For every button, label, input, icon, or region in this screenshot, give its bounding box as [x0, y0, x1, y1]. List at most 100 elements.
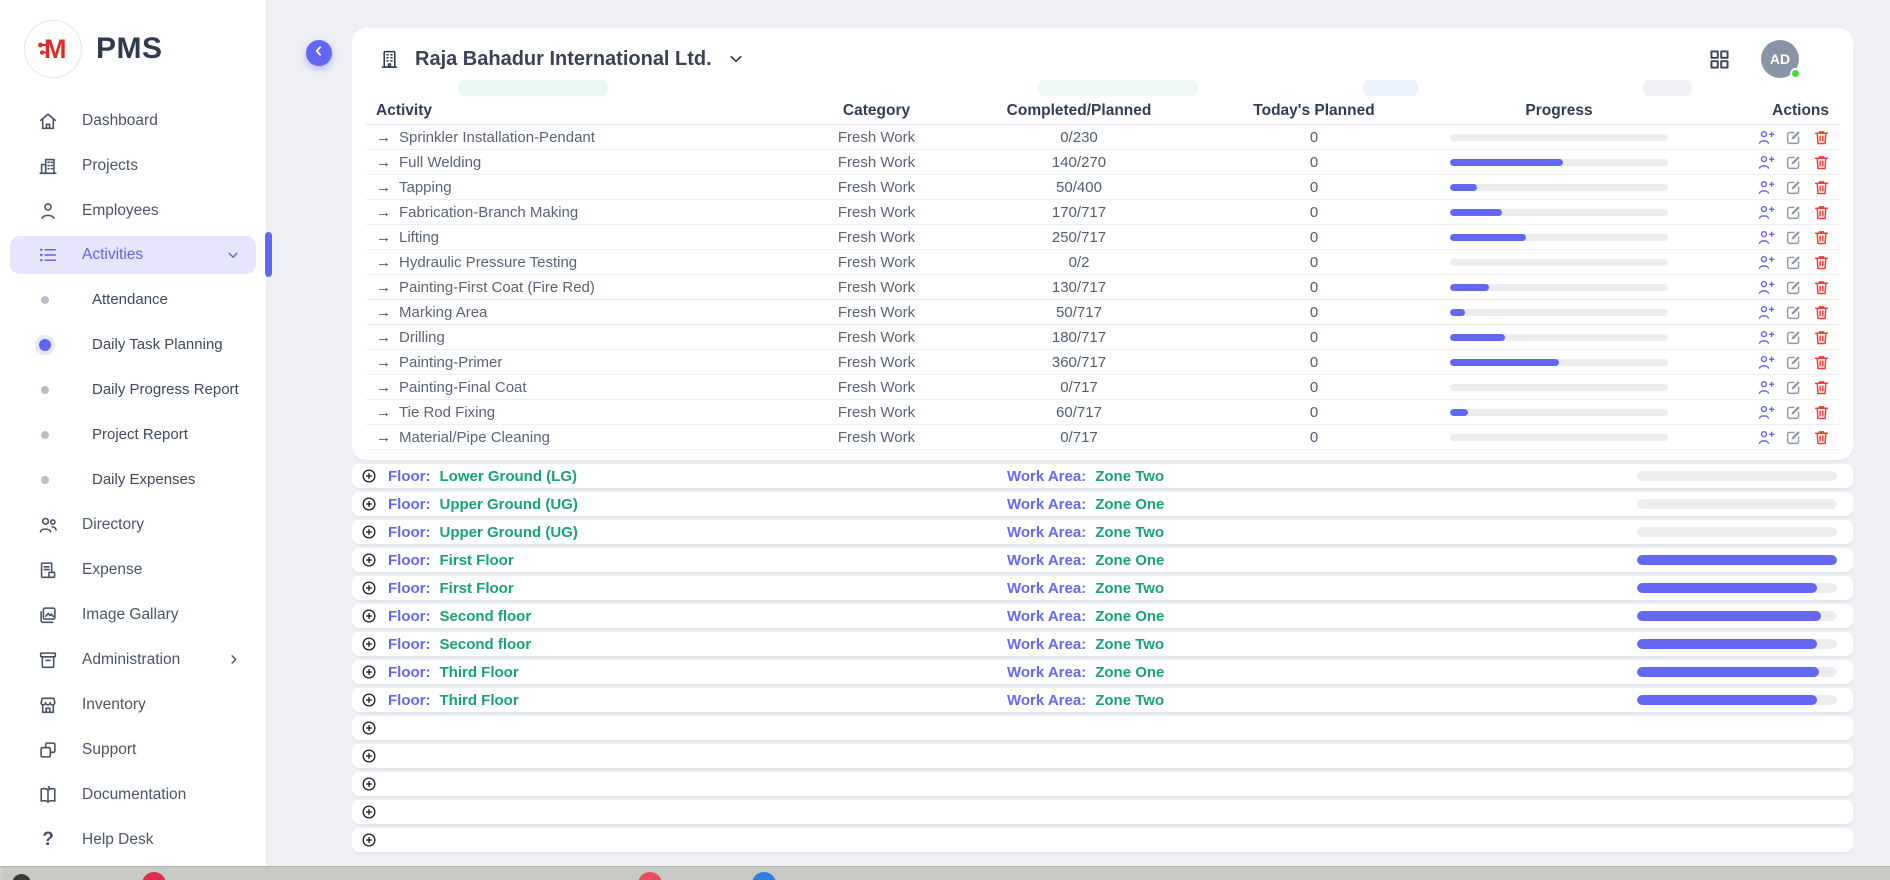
- edit-button[interactable]: [1784, 403, 1803, 422]
- delete-button[interactable]: [1812, 378, 1831, 397]
- assign-user-button[interactable]: [1756, 428, 1775, 447]
- expand-floor-button[interactable]: [360, 831, 378, 849]
- assign-user-button[interactable]: [1756, 203, 1775, 222]
- sidebar-item-directory[interactable]: Directory: [10, 502, 256, 547]
- edit-icon: [1784, 178, 1803, 197]
- todays-planned-cell: 0: [1199, 229, 1429, 246]
- sidebar-item-support[interactable]: Support: [10, 727, 256, 772]
- sidebar-item-expense[interactable]: Expense: [10, 547, 256, 592]
- expand-floor-button[interactable]: [360, 747, 378, 765]
- user-avatar[interactable]: AD: [1761, 40, 1799, 78]
- edit-button[interactable]: [1784, 328, 1803, 347]
- expand-floor-button[interactable]: [360, 579, 378, 597]
- sidebar-item-image-gallary[interactable]: Image Gallary: [10, 592, 256, 637]
- company-chevron-down-icon[interactable]: [726, 49, 746, 69]
- sidebar-subitem-daily-expenses[interactable]: Daily Expenses: [0, 457, 266, 502]
- edit-button[interactable]: [1784, 428, 1803, 447]
- card-header: Raja Bahadur International Ltd. AD: [366, 28, 1839, 76]
- floor-row[interactable]: Floor:Second floorWork Area:Zone Two: [352, 632, 1853, 656]
- dock-icon-app[interactable]: [0, 866, 2, 880]
- edit-button[interactable]: [1784, 278, 1803, 297]
- dock-icon-red[interactable]: [142, 872, 166, 880]
- sidebar-item-projects[interactable]: Projects: [10, 143, 256, 188]
- edit-button[interactable]: [1784, 228, 1803, 247]
- floor-row-cutoff[interactable]: [352, 800, 1853, 824]
- delete-button[interactable]: [1812, 328, 1831, 347]
- floor-row[interactable]: Floor:Upper Ground (UG)Work Area:Zone Tw…: [352, 520, 1853, 544]
- floor-row[interactable]: Floor:Second floorWork Area:Zone One: [352, 604, 1853, 628]
- floor-row[interactable]: Floor:Third FloorWork Area:Zone Two: [352, 688, 1853, 712]
- sidebar-item-employees[interactable]: Employees: [10, 188, 256, 233]
- floor-row-cutoff[interactable]: [352, 744, 1853, 768]
- assign-user-button[interactable]: [1756, 178, 1775, 197]
- sidebar-subitem-daily-task-planning[interactable]: Daily Task Planning: [0, 322, 266, 367]
- edit-button[interactable]: [1784, 303, 1803, 322]
- floor-row-cutoff[interactable]: [352, 828, 1853, 852]
- assign-user-button[interactable]: [1756, 328, 1775, 347]
- assign-user-button[interactable]: [1756, 153, 1775, 172]
- expand-floor-button[interactable]: [360, 551, 378, 569]
- expand-floor-button[interactable]: [360, 719, 378, 737]
- expand-floor-button[interactable]: [360, 775, 378, 793]
- sidebar-subitem-daily-progress-report[interactable]: Daily Progress Report: [0, 367, 266, 412]
- expand-floor-button[interactable]: [360, 495, 378, 513]
- expand-floor-button[interactable]: [360, 523, 378, 541]
- sidebar-item-activities[interactable]: Activities: [10, 236, 256, 274]
- work-area-name: Zone One: [1095, 496, 1164, 513]
- sidebar-item-documentation[interactable]: Documentation: [10, 772, 256, 817]
- edit-button[interactable]: [1784, 253, 1803, 272]
- edit-button[interactable]: [1784, 353, 1803, 372]
- floor-row[interactable]: Floor:Third FloorWork Area:Zone One: [352, 660, 1853, 684]
- arrow-right-icon: →: [376, 280, 391, 295]
- expand-floor-button[interactable]: [360, 663, 378, 681]
- floor-row[interactable]: Floor:First FloorWork Area:Zone One: [352, 548, 1853, 572]
- sidebar-item-help-desk[interactable]: ?Help Desk: [10, 817, 256, 862]
- sidebar-item-dashboard[interactable]: Dashboard: [10, 98, 256, 143]
- floor-row-cutoff[interactable]: [352, 772, 1853, 796]
- delete-button[interactable]: [1812, 428, 1831, 447]
- assign-user-button[interactable]: [1756, 378, 1775, 397]
- floor-row-cutoff[interactable]: [352, 716, 1853, 740]
- expand-floor-button[interactable]: [360, 803, 378, 821]
- apps-grid-icon[interactable]: [1708, 48, 1731, 71]
- delete-button[interactable]: [1812, 353, 1831, 372]
- edit-button[interactable]: [1784, 128, 1803, 147]
- plus-circle-icon: [360, 803, 378, 821]
- assign-user-button[interactable]: [1756, 128, 1775, 147]
- floor-progress-track: [1637, 667, 1837, 677]
- assign-user-button[interactable]: [1756, 278, 1775, 297]
- floor-row[interactable]: Floor:Upper Ground (UG)Work Area:Zone On…: [352, 492, 1853, 516]
- sidebar-subitem-project-report[interactable]: Project Report: [0, 412, 266, 457]
- edit-button[interactable]: [1784, 203, 1803, 222]
- floor-row[interactable]: Floor:First FloorWork Area:Zone Two: [352, 576, 1853, 600]
- delete-button[interactable]: [1812, 228, 1831, 247]
- delete-button[interactable]: [1812, 253, 1831, 272]
- assign-user-button[interactable]: [1756, 303, 1775, 322]
- edit-button[interactable]: [1784, 153, 1803, 172]
- assign-user-button[interactable]: [1756, 403, 1775, 422]
- assign-user-button[interactable]: [1756, 228, 1775, 247]
- delete-button[interactable]: [1812, 403, 1831, 422]
- delete-button[interactable]: [1812, 153, 1831, 172]
- floor-row[interactable]: Floor:Lower Ground (LG)Work Area:Zone Tw…: [352, 464, 1853, 488]
- delete-button[interactable]: [1812, 128, 1831, 147]
- dock-icon-red[interactable]: [638, 872, 662, 880]
- sidebar-item-inventory[interactable]: Inventory: [10, 682, 256, 727]
- sidebar-subitem-attendance[interactable]: Attendance: [0, 277, 266, 322]
- assign-user-button[interactable]: [1756, 253, 1775, 272]
- edit-button[interactable]: [1784, 178, 1803, 197]
- edit-icon: [1784, 278, 1803, 297]
- assign-user-button[interactable]: [1756, 353, 1775, 372]
- expand-floor-button[interactable]: [360, 635, 378, 653]
- dock-icon-blue[interactable]: [752, 872, 776, 880]
- delete-button[interactable]: [1812, 278, 1831, 297]
- expand-floor-button[interactable]: [360, 467, 378, 485]
- delete-button[interactable]: [1812, 303, 1831, 322]
- sidebar-collapse-button[interactable]: [306, 40, 332, 66]
- edit-button[interactable]: [1784, 378, 1803, 397]
- sidebar-item-administration[interactable]: Administration: [10, 637, 256, 682]
- delete-button[interactable]: [1812, 203, 1831, 222]
- expand-floor-button[interactable]: [360, 691, 378, 709]
- delete-button[interactable]: [1812, 178, 1831, 197]
- expand-floor-button[interactable]: [360, 607, 378, 625]
